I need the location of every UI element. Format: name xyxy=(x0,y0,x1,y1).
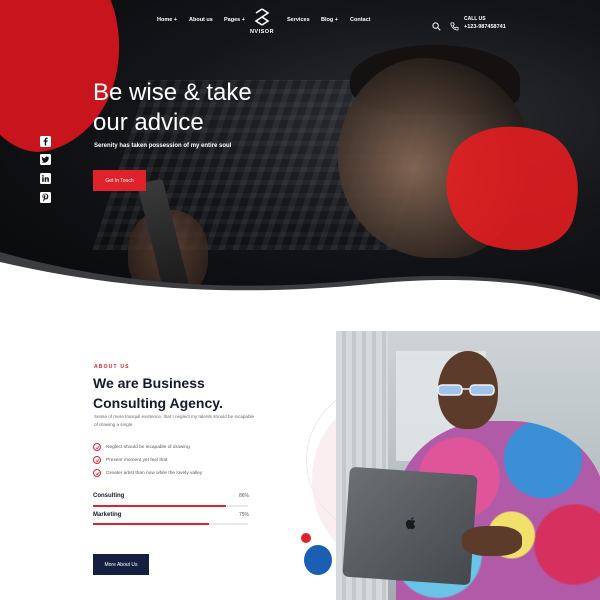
linkedin-link[interactable] xyxy=(40,173,51,184)
linkedin-icon xyxy=(40,173,51,184)
call-us-number[interactable]: +123-987458741 xyxy=(464,24,506,30)
site-logo[interactable]: NVISOR xyxy=(249,8,275,38)
twitter-link[interactable] xyxy=(40,154,51,165)
skill-percent-consulting: 86% xyxy=(239,493,250,499)
check-text: Present moment yet feel that xyxy=(106,457,168,463)
hero-title-line: our advice xyxy=(93,109,204,136)
glasses-icon xyxy=(437,384,495,396)
more-about-us-button[interactable]: More About Us xyxy=(93,554,149,575)
get-in-touch-button[interactable]: Get In Touch xyxy=(93,170,146,191)
nav-home[interactable]: Home + xyxy=(157,17,177,23)
phone-icon xyxy=(450,18,459,31)
main-nav: Home + About us Pages + Services Blog + … xyxy=(0,17,600,31)
nav-about[interactable]: About us xyxy=(189,17,213,23)
search-button[interactable] xyxy=(432,18,441,31)
skill-label-consulting: Consulting xyxy=(93,493,125,499)
skill-bar-fill xyxy=(93,505,227,507)
skill-percent-marketing: 75% xyxy=(239,512,250,518)
nav-blog[interactable]: Blog + xyxy=(321,17,338,23)
check-list-item: Neglect should be incapable of drawing xyxy=(93,442,263,452)
hero-title: Be wise & take our advice xyxy=(93,78,353,138)
skill-bar-marketing xyxy=(93,523,248,525)
skill-bar-fill xyxy=(93,523,210,525)
about-title-line: We are Business xyxy=(93,375,205,391)
about-title: We are Business Consulting Agency. xyxy=(93,373,293,413)
hero-section: Home + About us Pages + Services Blog + … xyxy=(0,0,600,300)
photo-laptop xyxy=(342,466,478,586)
hero-wave-divider xyxy=(0,252,600,300)
about-photo xyxy=(336,331,600,600)
photo-person-hands xyxy=(462,526,522,556)
hero-subtitle: Serenity has taken possession of my enti… xyxy=(94,143,232,149)
check-text: Greater artist than now while the lovely… xyxy=(106,470,203,476)
check-icon xyxy=(93,469,101,477)
nav-contact[interactable]: Contact xyxy=(350,17,370,23)
twitter-icon xyxy=(40,154,51,165)
skill-label-marketing: Marketing xyxy=(93,512,122,518)
about-title-line: Consulting Agency. xyxy=(93,395,223,411)
check-icon xyxy=(93,443,101,451)
call-us-label: CALL US xyxy=(464,16,486,22)
about-eyebrow: ABOUT US xyxy=(94,364,130,370)
search-icon xyxy=(432,22,441,31)
hero-title-line: Be wise & take xyxy=(93,79,252,106)
check-list-item: Greater artist than now while the lovely… xyxy=(93,468,263,478)
blue-blob-decoration xyxy=(304,545,332,575)
check-icon xyxy=(93,456,101,464)
check-text: Neglect should be incapable of drawing xyxy=(106,444,190,450)
nav-pages[interactable]: Pages + xyxy=(224,17,245,23)
facebook-link[interactable] xyxy=(40,136,51,147)
check-list-item: Present moment yet feel that xyxy=(93,455,263,465)
red-dot-decoration xyxy=(301,533,311,543)
nav-services[interactable]: Services xyxy=(287,17,310,23)
apple-logo-icon xyxy=(405,517,416,530)
about-description: Sense of mere tranquil existence, that I… xyxy=(94,414,255,427)
pinterest-icon xyxy=(40,192,51,203)
pinterest-link[interactable] xyxy=(40,192,51,203)
logo-mark-icon xyxy=(254,8,270,26)
logo-text: NVISOR xyxy=(249,29,275,35)
facebook-icon xyxy=(40,136,51,147)
skill-bar-consulting xyxy=(93,505,248,507)
